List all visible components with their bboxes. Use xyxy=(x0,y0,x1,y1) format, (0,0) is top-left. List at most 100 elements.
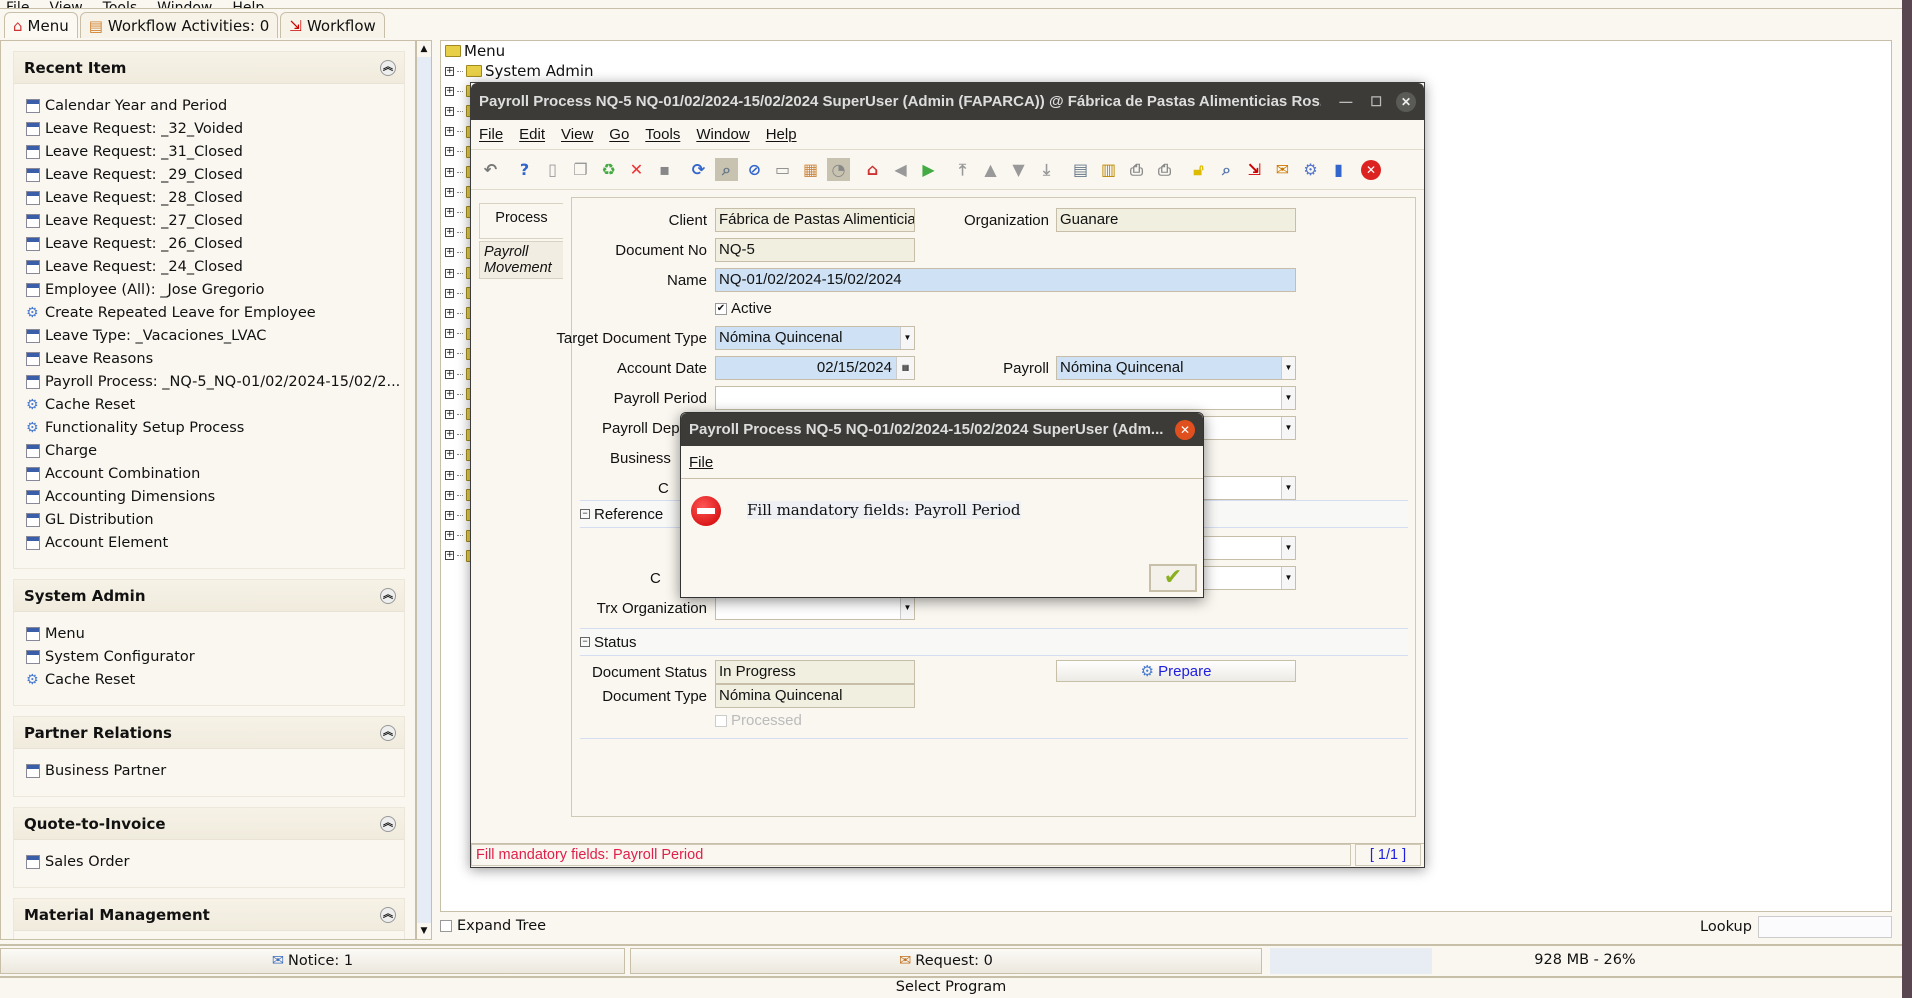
expand-icon[interactable]: + xyxy=(445,551,454,561)
expand-icon[interactable]: + xyxy=(445,470,454,480)
save-icon[interactable]: ▪ xyxy=(653,158,676,181)
expand-icon[interactable]: + xyxy=(445,369,454,379)
chevron-down-icon[interactable]: ▼ xyxy=(1281,477,1295,499)
menu-file[interactable]: File xyxy=(6,0,29,8)
previous-record-icon[interactable]: ▲ xyxy=(979,158,1002,181)
last-icon[interactable]: ⤓ xyxy=(1035,158,1058,181)
section-header[interactable]: Recent Item ︽ xyxy=(14,52,404,84)
collapse-icon[interactable]: ︽ xyxy=(380,724,396,741)
scroll-up-icon[interactable]: ▲ xyxy=(417,41,431,57)
scroll-down-icon[interactable]: ▼ xyxy=(417,923,431,939)
menu-file[interactable]: File xyxy=(689,454,713,471)
undo-icon[interactable]: ↶ xyxy=(479,158,502,181)
report-icon[interactable]: ▤ xyxy=(1069,158,1092,181)
client-field[interactable]: Fábrica de Pastas Alimenticias Rosa xyxy=(715,208,915,232)
trx-organization-select[interactable]: ▼ xyxy=(715,596,915,620)
group-status[interactable]: − Status xyxy=(580,628,1408,656)
list-item[interactable]: Leave Request: _24_Closed xyxy=(26,255,404,278)
document-type-field[interactable]: Nómina Quincenal xyxy=(715,684,915,708)
expand-icon[interactable]: + xyxy=(445,349,454,359)
lookup-input[interactable] xyxy=(1757,916,1892,938)
list-item[interactable]: Leave Request: _26_Closed xyxy=(26,232,404,255)
first-icon[interactable]: ⤒ xyxy=(951,158,974,181)
list-item[interactable]: ⚙ Cache Reset xyxy=(26,668,404,691)
menu-window[interactable]: Window xyxy=(157,0,212,8)
chevron-down-icon[interactable]: ▼ xyxy=(1281,537,1295,559)
list-item[interactable]: Account Element xyxy=(26,531,404,554)
list-item[interactable]: ⚙ Create Repeated Leave for Employee xyxy=(26,301,404,324)
expand-icon[interactable]: + xyxy=(445,409,454,419)
close-icon[interactable]: ✕ xyxy=(1396,91,1416,112)
list-item[interactable]: Leave Request: _29_Closed xyxy=(26,163,404,186)
expand-icon[interactable]: + xyxy=(445,450,454,460)
list-item[interactable]: Account Combination xyxy=(26,462,404,485)
window-titlebar[interactable]: Payroll Process NQ-5 NQ-01/02/2024-15/02… xyxy=(471,83,1424,120)
list-item[interactable]: Business Partner xyxy=(26,759,404,782)
left-scrollbar[interactable]: ▲ ▼ xyxy=(416,40,432,940)
notice-button[interactable]: ✉ Notice: 1 xyxy=(0,948,625,974)
expand-icon[interactable]: + xyxy=(445,66,454,76)
menu-help[interactable]: Help xyxy=(232,0,264,8)
expand-icon[interactable]: + xyxy=(445,187,454,197)
target-doc-type-select[interactable]: Nómina Quincenal ▼ xyxy=(715,326,915,350)
expand-icon[interactable]: + xyxy=(445,510,454,520)
section-header[interactable]: Quote-to-Invoice ︽ xyxy=(14,808,404,840)
print-icon[interactable]: ⎙ xyxy=(1153,158,1176,181)
prepare-button[interactable]: ⚙ Prepare xyxy=(1056,660,1296,682)
document-status-field[interactable]: In Progress xyxy=(715,660,915,684)
close-icon[interactable]: ✕ xyxy=(1361,159,1381,180)
attachment-icon[interactable]: ⊘ xyxy=(743,158,766,181)
help-icon[interactable]: ? xyxy=(513,158,536,181)
lock-icon[interactable]: 🔓︎ xyxy=(1187,158,1210,181)
list-item[interactable]: Leave Request: _32_Voided xyxy=(26,117,404,140)
previous-icon[interactable]: ◀ xyxy=(889,158,912,181)
expand-icon[interactable]: + xyxy=(445,86,454,96)
delete-selection-icon[interactable]: ✕ xyxy=(625,158,648,181)
grid-toggle-icon[interactable]: ▦ xyxy=(799,158,822,181)
section-header[interactable]: System Admin ︽ xyxy=(14,580,404,612)
history-icon[interactable]: ◔ xyxy=(827,158,850,181)
chevron-down-icon[interactable]: ▼ xyxy=(900,327,914,349)
active-checkbox[interactable]: ✔ Active xyxy=(715,300,772,317)
menu-tools[interactable]: Tools xyxy=(103,0,138,8)
home-icon[interactable]: ⌂ xyxy=(861,158,884,181)
tree-node[interactable]: + System Admin xyxy=(445,61,594,81)
expand-icon[interactable]: + xyxy=(445,228,454,238)
list-item[interactable]: ⚙ Cache Reset xyxy=(26,393,404,416)
list-item[interactable]: Charge xyxy=(26,439,404,462)
menu-go[interactable]: Go xyxy=(609,126,629,143)
list-item[interactable]: Leave Request: _31_Closed xyxy=(26,140,404,163)
expand-icon[interactable]: + xyxy=(445,147,454,157)
menu-file[interactable]: File xyxy=(479,126,503,143)
name-field[interactable]: NQ-01/02/2024-15/02/2024 xyxy=(715,268,1296,292)
document-no-field[interactable]: NQ-5 xyxy=(715,238,915,262)
expand-icon[interactable]: + xyxy=(445,207,454,217)
list-item[interactable]: GL Distribution xyxy=(26,508,404,531)
dialog-titlebar[interactable]: Payroll Process NQ-5 NQ-01/02/2024-15/02… xyxy=(681,413,1203,446)
ok-button[interactable]: ✔ xyxy=(1149,564,1197,592)
find-icon[interactable]: ⌕ xyxy=(715,158,738,181)
new-icon[interactable]: ▯ xyxy=(541,158,564,181)
chevron-down-icon[interactable]: ▼ xyxy=(1281,357,1295,379)
account-date-field[interactable]: 02/15/2024 ▦ xyxy=(715,356,915,380)
copy-icon[interactable]: ❐ xyxy=(569,158,592,181)
section-header[interactable]: Partner Relations ︽ xyxy=(14,717,404,749)
maximize-icon[interactable]: ☐ xyxy=(1370,94,1382,110)
menu-view[interactable]: View xyxy=(561,126,593,143)
expand-icon[interactable]: + xyxy=(445,329,454,339)
process-icon[interactable]: ⚙ xyxy=(1299,158,1322,181)
refresh-icon[interactable]: ⟳ xyxy=(687,158,710,181)
list-item[interactable]: Leave Type: _Vacaciones_LVAC xyxy=(26,324,404,347)
payroll-select[interactable]: Nómina Quincenal ▼ xyxy=(1056,356,1296,380)
list-item[interactable]: Payroll Process: _NQ-5_NQ-01/02/2024-15/… xyxy=(26,370,404,393)
collapse-icon[interactable]: ︽ xyxy=(380,587,396,604)
request-button[interactable]: ✉ Request: 0 xyxy=(630,948,1262,974)
list-item[interactable]: Accounting Dimensions xyxy=(26,485,404,508)
collapse-icon[interactable]: ︽ xyxy=(380,815,396,832)
product-info-icon[interactable]: ▮ xyxy=(1327,158,1350,181)
list-item[interactable]: ⚙ Functionality Setup Process xyxy=(26,416,404,439)
chevron-down-icon[interactable]: ▼ xyxy=(1281,387,1295,409)
expand-icon[interactable]: + xyxy=(445,288,454,298)
menu-window[interactable]: Window xyxy=(696,126,749,143)
collapse-icon[interactable]: ︽ xyxy=(380,906,396,923)
